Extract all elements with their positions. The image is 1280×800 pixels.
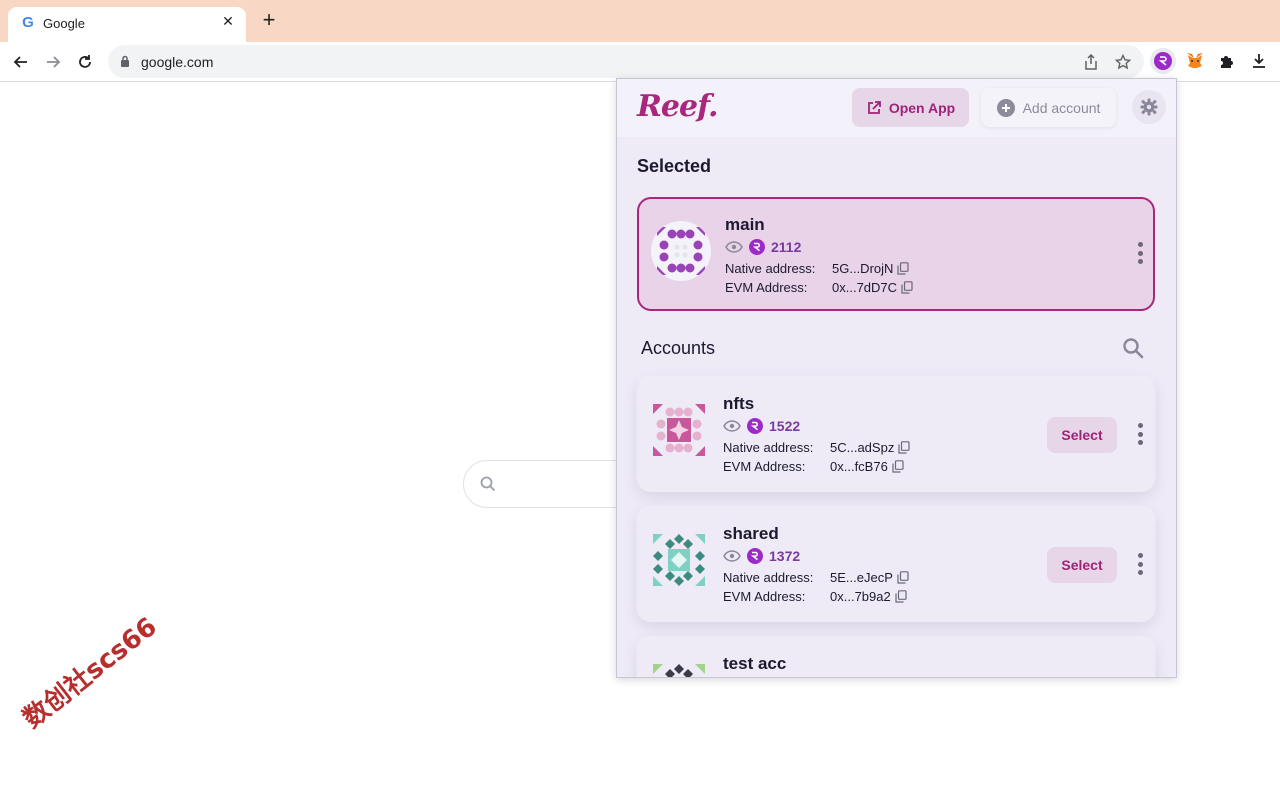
search-icon: [480, 476, 496, 492]
account-balance: 1372: [769, 548, 801, 564]
arrow-right-icon: [47, 56, 61, 68]
tab-close-icon[interactable]: ✕: [219, 13, 237, 30]
native-address-value: 5G...DrojN: [832, 261, 894, 276]
reef-extension-icon: [1154, 52, 1172, 70]
popup-header: Reef. Open App Add account: [617, 79, 1176, 137]
tab-google[interactable]: G Google ✕: [8, 7, 246, 42]
more-options-icon[interactable]: [1135, 553, 1145, 575]
google-favicon-icon: G: [22, 14, 34, 31]
native-address-label: Native address:: [725, 261, 816, 276]
evm-address-label: EVM Address:: [723, 589, 806, 604]
arrow-left-icon: [13, 56, 27, 68]
add-account-button[interactable]: Add account: [981, 88, 1116, 127]
select-account-button[interactable]: Select: [1047, 417, 1117, 453]
evm-address-label: EVM Address:: [725, 280, 808, 295]
reef-token-icon: [749, 239, 765, 255]
new-tab-button[interactable]: +: [258, 9, 280, 32]
account-name: nfts: [723, 394, 755, 413]
external-link-icon: [867, 100, 881, 114]
evm-address-value: 0x...7dD7C: [832, 280, 898, 295]
account-name: main: [725, 215, 765, 234]
gear-icon: [1140, 98, 1158, 116]
open-app-button[interactable]: Open App: [852, 88, 969, 127]
native-address-label: Native address:: [723, 570, 814, 585]
settings-button[interactable]: [1132, 90, 1166, 124]
account-balance: 2112: [771, 239, 802, 255]
reef-extension-button[interactable]: [1150, 48, 1176, 74]
native-address-row: Native address: 5C...adSpz: [723, 440, 910, 455]
evm-address-label: EVM Address:: [723, 459, 806, 474]
forward-button[interactable]: [41, 50, 65, 74]
open-app-label: Open App: [888, 99, 956, 116]
evm-address-row: EVM Address: 0x...fcB76: [723, 459, 904, 474]
copy-icon[interactable]: [897, 571, 909, 584]
account-name: test acc: [723, 654, 787, 673]
select-account-button[interactable]: Select: [1047, 547, 1117, 583]
selected-section-title: Selected: [637, 156, 712, 176]
native-address-value: 5C...adSpz: [830, 440, 895, 455]
tab-strip: G Google ✕ +: [0, 0, 1280, 42]
account-card-shared[interactable]: shared 1372 Native address: 5E...eJecP E…: [637, 508, 1155, 622]
add-account-label: Add account: [1022, 99, 1101, 116]
copy-icon[interactable]: [892, 460, 904, 473]
browser-toolbar: google.com: [0, 42, 1280, 82]
selected-account-card[interactable]: main 2112 Native address: 5G...DrojN EVM…: [637, 197, 1155, 311]
more-options-icon[interactable]: [1135, 423, 1145, 445]
address-bar[interactable]: google.com: [108, 45, 1144, 78]
native-address-row: Native address: 5E...eJecP: [723, 570, 909, 585]
account-search-button[interactable]: [1122, 337, 1144, 364]
back-button[interactable]: [9, 50, 33, 74]
puzzle-extensions-icon[interactable]: [1216, 50, 1238, 72]
evm-address-value: 0x...7b9a2: [830, 589, 891, 604]
account-avatar: [649, 530, 709, 590]
tab-title: Google: [43, 16, 85, 31]
account-avatar: [651, 221, 711, 281]
copy-icon[interactable]: [897, 262, 910, 275]
native-address-label: Native address:: [723, 440, 814, 455]
evm-address-row: EVM Address: 0x...7b9a2: [723, 589, 907, 604]
account-balance: 1522: [769, 418, 801, 434]
more-options-icon[interactable]: [1135, 242, 1145, 264]
account-avatar: [649, 400, 709, 460]
account-card-nfts[interactable]: nfts 1522 Native address: 5C...adSpz EVM…: [637, 378, 1155, 492]
account-card-test-acc[interactable]: test acc: [637, 638, 1155, 677]
account-name: shared: [723, 524, 779, 543]
eye-icon[interactable]: [723, 420, 741, 432]
bookmark-star-icon[interactable]: [1114, 53, 1132, 71]
native-address-row: Native address: 5G...DrojN: [725, 261, 910, 276]
account-avatar: [649, 660, 709, 677]
reload-button[interactable]: [73, 50, 97, 74]
download-icon[interactable]: [1248, 50, 1270, 72]
reef-token-icon: [747, 548, 763, 564]
reload-icon: [79, 55, 91, 68]
evm-address-value: 0x...fcB76: [830, 459, 888, 474]
native-address-value: 5E...eJecP: [830, 570, 893, 585]
watermark: 数创社scs66: [17, 611, 163, 735]
reef-logo: Reef.: [637, 89, 718, 124]
copy-icon[interactable]: [901, 281, 913, 294]
metamask-fox-icon[interactable]: [1184, 50, 1206, 72]
plus-circle-icon: [996, 98, 1015, 117]
balance-row: 1372: [723, 548, 800, 564]
evm-address-row: EVM Address: 0x...7dD7C: [725, 280, 913, 295]
copy-icon[interactable]: [895, 590, 907, 603]
balance-row: 2112: [725, 239, 801, 255]
accounts-section-title: Accounts: [641, 338, 716, 358]
copy-icon[interactable]: [898, 441, 910, 454]
balance-row: 1522: [723, 418, 800, 434]
share-icon[interactable]: [1082, 53, 1100, 71]
eye-icon[interactable]: [725, 241, 743, 253]
reef-extension-popup: Reef. Open App Add account Selected main…: [616, 78, 1177, 678]
url-text: google.com: [141, 54, 214, 70]
lock-icon: [121, 55, 129, 67]
reef-token-icon: [747, 418, 763, 434]
eye-icon[interactable]: [723, 550, 741, 562]
search-icon: [1123, 338, 1144, 359]
